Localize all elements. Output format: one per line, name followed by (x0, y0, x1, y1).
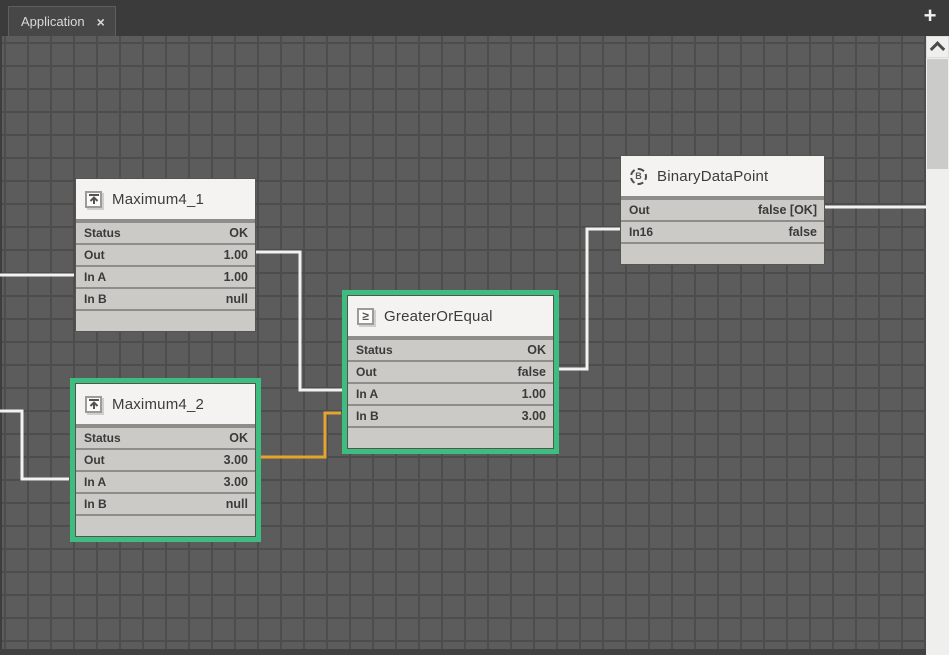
slot-row-inA[interactable]: In A 1.00 (348, 382, 553, 404)
slot-row-out[interactable]: Out 1.00 (76, 243, 255, 265)
canvas-bottom-edge (0, 649, 926, 655)
slot-row-out[interactable]: Out false (348, 360, 553, 382)
scroll-up-button[interactable] (926, 36, 949, 58)
slot-label: In B (84, 292, 107, 306)
block-binary-data-point-header[interactable]: B BinaryDataPoint (621, 156, 824, 198)
slot-label: In A (356, 387, 378, 401)
slot-row-out[interactable]: Out 3.00 (76, 448, 255, 470)
slot-value: false (789, 225, 818, 239)
slot-value: OK (229, 431, 248, 445)
tab-bar: Application × + (0, 0, 949, 36)
slot-value: 1.00 (522, 387, 546, 401)
block-footer (76, 514, 255, 536)
maximum-icon (85, 191, 102, 208)
add-tab-button[interactable]: + (919, 3, 941, 29)
slot-row-inB[interactable]: In B null (76, 492, 255, 514)
slot-value: false [OK] (758, 203, 817, 217)
slot-label: Status (84, 431, 121, 445)
block-maximum4-2[interactable]: Maximum4_2 Status OK Out 3.00 In A 3.00 … (75, 383, 256, 537)
block-title: BinaryDataPoint (657, 168, 768, 185)
slot-row-inB[interactable]: In B null (76, 287, 255, 309)
slot-value: OK (229, 226, 248, 240)
slot-value: 1.00 (224, 248, 248, 262)
slot-label: In B (84, 497, 107, 511)
slot-label: In A (84, 270, 106, 284)
block-footer (76, 309, 255, 331)
maximum-icon (85, 396, 102, 413)
block-maximum4-1-header[interactable]: Maximum4_1 (76, 179, 255, 221)
tab-close-icon[interactable]: × (97, 15, 105, 29)
slot-value: 1.00 (224, 270, 248, 284)
block-footer (348, 426, 553, 448)
slot-row-inA[interactable]: In A 1.00 (76, 265, 255, 287)
slot-label: In16 (629, 225, 653, 239)
slot-value: 3.00 (224, 475, 248, 489)
slot-label: Out (356, 365, 377, 379)
slot-label: Out (629, 203, 650, 217)
slot-row-inB[interactable]: In B 3.00 (348, 404, 553, 426)
block-title: Maximum4_2 (112, 396, 204, 413)
slot-label: Out (84, 248, 105, 262)
scrollbar-thumb[interactable] (927, 59, 948, 169)
slot-value: false (518, 365, 547, 379)
block-title: Maximum4_1 (112, 191, 204, 208)
slot-value: 3.00 (224, 453, 248, 467)
block-title: GreaterOrEqual (384, 308, 493, 325)
slot-label: In B (356, 409, 379, 423)
binary-point-icon: B (630, 168, 647, 185)
vertical-scrollbar[interactable] (926, 36, 949, 655)
block-maximum4-2-header[interactable]: Maximum4_2 (76, 384, 255, 426)
block-greater-or-equal[interactable]: ≥ GreaterOrEqual Status OK Out false In … (347, 295, 554, 449)
slot-value: null (226, 292, 248, 306)
block-maximum4-1[interactable]: Maximum4_1 Status OK Out 1.00 In A 1.00 … (75, 178, 256, 332)
slot-row-in16[interactable]: In16 false (621, 220, 824, 242)
chevron-up-icon (930, 41, 946, 57)
slot-label: In A (84, 475, 106, 489)
slot-row-out[interactable]: Out false [OK] (621, 198, 824, 220)
greater-or-equal-icon: ≥ (357, 308, 374, 325)
slot-value: null (226, 497, 248, 511)
slot-label: Status (84, 226, 121, 240)
block-binary-data-point[interactable]: B BinaryDataPoint Out false [OK] In16 fa… (620, 155, 825, 265)
slot-label: Out (84, 453, 105, 467)
slot-row-inA[interactable]: In A 3.00 (76, 470, 255, 492)
block-greater-or-equal-header[interactable]: ≥ GreaterOrEqual (348, 296, 553, 338)
slot-row-status[interactable]: Status OK (76, 221, 255, 243)
block-footer (621, 242, 824, 264)
slot-value: 3.00 (522, 409, 546, 423)
tab-application[interactable]: Application × (8, 6, 116, 36)
slot-value: OK (527, 343, 546, 357)
tab-application-label: Application (21, 14, 85, 29)
slot-row-status[interactable]: Status OK (76, 426, 255, 448)
slot-row-status[interactable]: Status OK (348, 338, 553, 360)
slot-label: Status (356, 343, 393, 357)
